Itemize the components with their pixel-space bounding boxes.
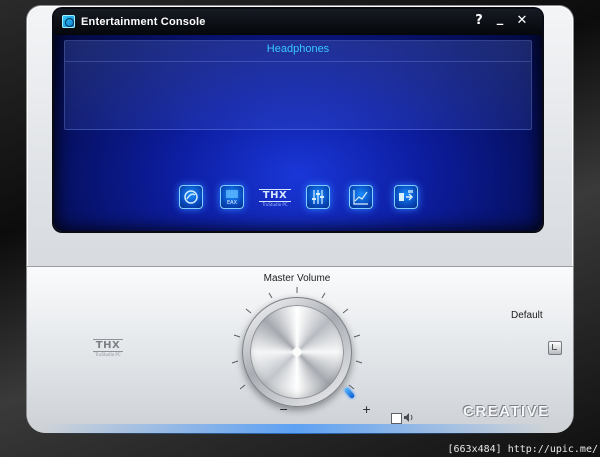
- speaker-config-icon: [399, 190, 413, 201]
- close-button[interactable]: ✕: [513, 12, 531, 30]
- eax-button[interactable]: EAX: [220, 185, 244, 209]
- thx-logo-sub: TruStudio PC: [95, 352, 121, 357]
- speaker-icon: [404, 413, 413, 422]
- thx-screen-sub: TruStudio PC: [262, 202, 288, 207]
- master-volume-label: Master Volume: [263, 273, 331, 284]
- default-button[interactable]: [548, 341, 562, 355]
- mixer-icon: [312, 190, 324, 204]
- watermark: [663x484] http://upic.me/: [447, 444, 598, 455]
- lower-panel: Master Volume THX TruStudio PC − + Defau…: [27, 266, 573, 433]
- cmss-button[interactable]: [179, 185, 203, 209]
- eax-icon: EAX: [226, 190, 238, 206]
- master-volume-knob[interactable]: [230, 285, 364, 419]
- thx-logo-text: THX: [93, 339, 123, 352]
- mute-checkbox[interactable]: [391, 413, 402, 424]
- equalizer-icon: [353, 190, 368, 205]
- equalizer-button[interactable]: [349, 185, 373, 209]
- display-panel: Headphones: [64, 40, 532, 130]
- display-screen: Entertainment Console ? _ ✕ Headphones E…: [54, 9, 542, 231]
- base-glow: [42, 424, 547, 434]
- volume-minus-label: −: [279, 403, 289, 416]
- volume-knob-face[interactable]: [250, 305, 344, 399]
- cmss-icon: [184, 190, 198, 204]
- panel-divider: [65, 61, 531, 62]
- thx-button[interactable]: THX TruStudio PC: [259, 189, 291, 207]
- speaker-config-button[interactable]: [394, 185, 418, 209]
- help-button[interactable]: ?: [470, 12, 488, 30]
- svg-text:EAX: EAX: [227, 200, 238, 206]
- minimize-button[interactable]: _: [491, 10, 509, 28]
- title-bar[interactable]: Entertainment Console ? _ ✕: [54, 9, 542, 35]
- volume-plus-label: +: [362, 403, 372, 416]
- creative-logo: CREATIVE: [463, 403, 550, 420]
- thx-screen-logo: THX: [259, 189, 291, 202]
- window-title: Entertainment Console: [81, 16, 206, 28]
- thx-logo: THX TruStudio PC: [93, 339, 123, 357]
- device-name: Headphones: [266, 43, 330, 55]
- default-label: Default: [511, 310, 543, 321]
- app-icon: [62, 15, 75, 28]
- mixer-button[interactable]: [306, 185, 330, 209]
